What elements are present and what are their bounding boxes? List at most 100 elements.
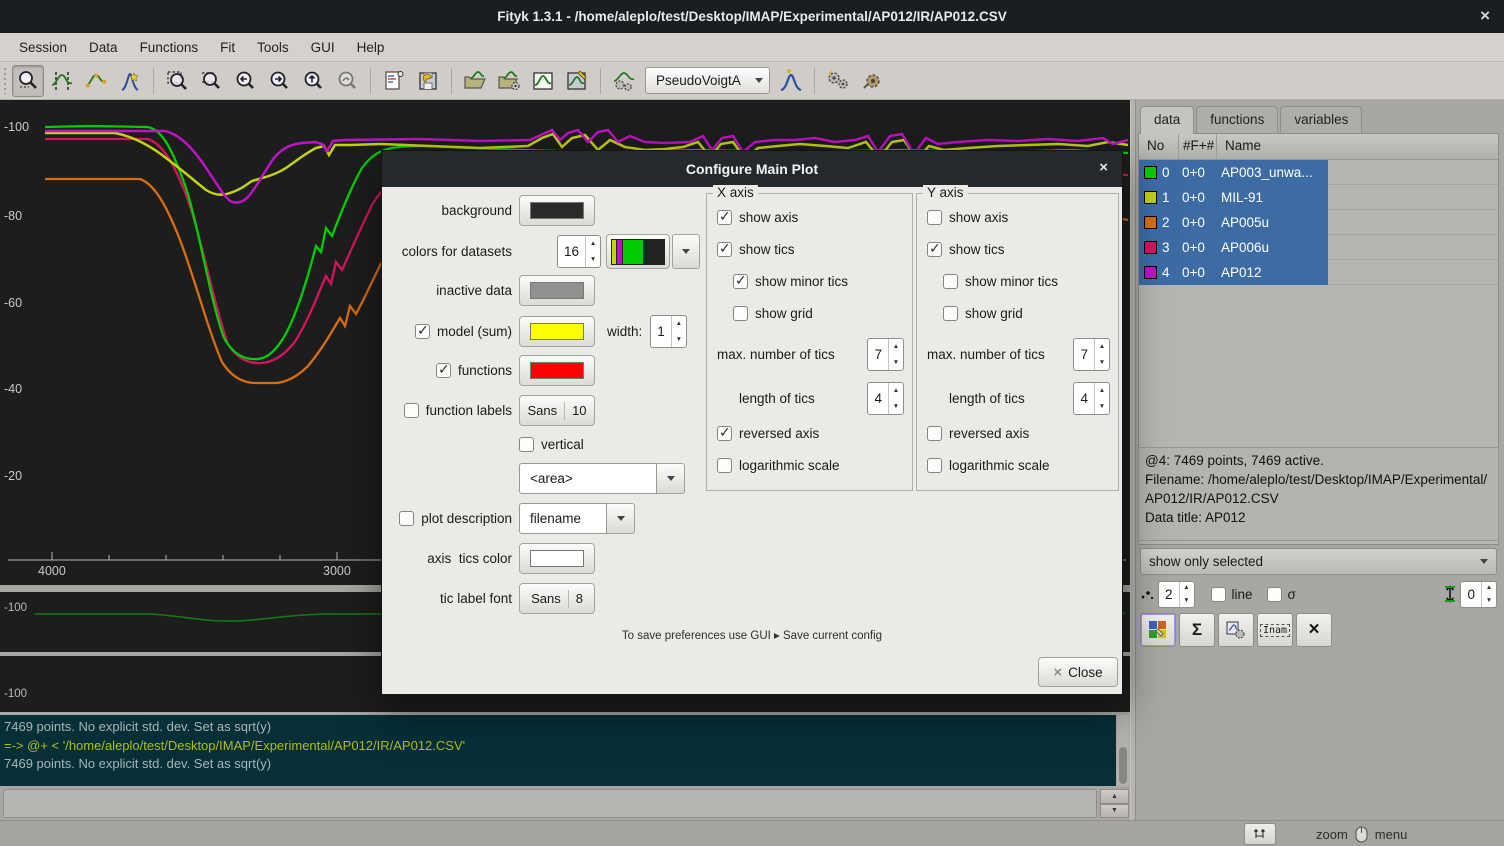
x-show-tics-checkbox[interactable]	[717, 242, 732, 257]
add-peak-mode-button[interactable]	[114, 65, 146, 97]
background-color-button[interactable]	[519, 195, 595, 226]
zoom-vertical-button[interactable]	[195, 65, 227, 97]
x-reversed-checkbox[interactable]	[717, 426, 732, 441]
open-data-options-button[interactable]	[493, 65, 525, 97]
spin-down-icon[interactable]: ▼	[889, 355, 903, 371]
y-show-axis-checkbox[interactable]	[927, 210, 942, 225]
spin-up-icon[interactable]: ▲	[889, 383, 903, 399]
console-scrollbar[interactable]	[1117, 715, 1129, 786]
delete-dataset-button[interactable]: ×	[1296, 613, 1332, 647]
colors-dropdown-button[interactable]	[672, 234, 700, 269]
window-close-button[interactable]: ×	[1480, 6, 1490, 26]
export-image-button[interactable]	[561, 65, 593, 97]
x-log-checkbox[interactable]	[717, 458, 732, 473]
spin-up-icon[interactable]: ▲	[1180, 582, 1194, 595]
dataset-color-swatch[interactable]	[1144, 241, 1157, 254]
spin-up-icon[interactable]: ▲	[1100, 789, 1129, 804]
spin-down-icon[interactable]: ▼	[1095, 355, 1109, 371]
function-label-font-button[interactable]: Sans10	[519, 395, 595, 426]
sigma-checkbox[interactable]	[1267, 587, 1282, 602]
zoom-previous-button[interactable]	[331, 65, 363, 97]
copy-data-button[interactable]	[1218, 613, 1254, 647]
spin-down-icon[interactable]: ▼	[1482, 594, 1496, 607]
zoom-left-button[interactable]	[229, 65, 261, 97]
function-type-select[interactable]: PseudoVoigtA	[645, 67, 770, 94]
tab-functions[interactable]: functions	[1196, 106, 1278, 134]
point-size-spinner[interactable]: 2 ▲▼	[1158, 581, 1195, 608]
spin-up-icon[interactable]: ▲	[1482, 582, 1496, 595]
show-filter-dropdown[interactable]: show only selected	[1140, 548, 1497, 575]
function-labels-checkbox[interactable]	[404, 403, 419, 418]
menu-tools[interactable]: Tools	[246, 36, 300, 59]
functions-checkbox[interactable]	[436, 363, 451, 378]
line-checkbox[interactable]	[1211, 587, 1226, 602]
y-tic-len-spinner[interactable]: 4▲▼	[1073, 382, 1110, 415]
model-color-button[interactable]	[519, 316, 595, 347]
plot-description-checkbox[interactable]	[399, 511, 414, 526]
model-width-spinner[interactable]: 1 ▲▼	[650, 315, 687, 348]
menu-help[interactable]: Help	[346, 36, 396, 59]
y-show-tics-checkbox[interactable]	[927, 242, 942, 257]
y-show-grid-checkbox[interactable]	[943, 306, 958, 321]
chevron-down-button[interactable]	[657, 463, 685, 494]
dataset-colors-preview-button[interactable]	[606, 234, 670, 269]
column-header-f[interactable]: #F+#	[1179, 134, 1217, 159]
inactive-color-button[interactable]	[519, 275, 595, 306]
spin-down-icon[interactable]: ▼	[1180, 594, 1194, 607]
dataset-color-swatch[interactable]	[1144, 216, 1157, 229]
dataset-color-swatch[interactable]	[1144, 166, 1157, 179]
menu-session[interactable]: Session	[8, 36, 78, 59]
script-log-button[interactable]	[378, 65, 410, 97]
menu-functions[interactable]: Functions	[129, 36, 210, 59]
data-editor-button[interactable]	[527, 65, 559, 97]
menu-data[interactable]: Data	[78, 36, 129, 59]
data-range-mode-button[interactable]	[46, 65, 78, 97]
tic-label-font-button[interactable]: Sans8	[519, 583, 595, 614]
x-show-axis-checkbox[interactable]	[717, 210, 732, 225]
plot-description-dropdown[interactable]: filename	[519, 503, 607, 534]
zoom-mode-button[interactable]	[12, 65, 44, 97]
table-row[interactable]: 30+0AP006u	[1139, 235, 1498, 260]
session-settings-button[interactable]	[412, 65, 444, 97]
spin-down-icon[interactable]: ▼	[1095, 399, 1109, 415]
tab-variables[interactable]: variables	[1280, 106, 1362, 134]
mouse-config-button[interactable]	[1244, 823, 1276, 845]
console-scrollbar-thumb[interactable]	[1119, 747, 1127, 784]
dialog-close-icon[interactable]: ×	[1099, 159, 1108, 176]
spin-up-icon[interactable]: ▲	[672, 316, 686, 332]
spin-up-icon[interactable]: ▲	[1095, 339, 1109, 355]
spin-down-icon[interactable]: ▼	[586, 252, 600, 268]
dialog-close-button[interactable]: × Close	[1038, 657, 1118, 687]
y-reversed-checkbox[interactable]	[927, 426, 942, 441]
baseline-mode-button[interactable]	[80, 65, 112, 97]
spin-down-icon[interactable]: ▼	[1100, 804, 1129, 819]
colors-count-spinner[interactable]: 16 ▲▼	[557, 235, 601, 268]
shift-spinner[interactable]: 0 ▲▼	[1460, 581, 1497, 608]
menu-gui[interactable]: GUI	[300, 36, 346, 59]
axis-tics-color-button[interactable]	[519, 543, 595, 574]
fit-settings-button[interactable]	[856, 65, 888, 97]
command-input[interactable]	[3, 789, 1097, 818]
x-show-minor-tics-checkbox[interactable]	[733, 274, 748, 289]
fit-run-button[interactable]	[822, 65, 854, 97]
table-row[interactable]: 10+0MIL-91	[1139, 185, 1498, 210]
column-header-no[interactable]: No	[1139, 134, 1179, 159]
data-transform-button[interactable]	[608, 65, 640, 97]
y-show-minor-tics-checkbox[interactable]	[943, 274, 958, 289]
zoom-all-button[interactable]	[161, 65, 193, 97]
label-content-dropdown[interactable]: <area>	[519, 463, 657, 494]
column-header-name[interactable]: Name	[1217, 134, 1498, 159]
model-checkbox[interactable]	[415, 324, 430, 339]
dataset-colors-button[interactable]	[1140, 613, 1176, 647]
vertical-checkbox[interactable]	[519, 437, 534, 452]
add-function-button[interactable]	[775, 65, 807, 97]
y-log-checkbox[interactable]	[927, 458, 942, 473]
chevron-down-button[interactable]	[607, 503, 635, 534]
table-row[interactable]: 00+0AP003_unwa...	[1139, 160, 1498, 185]
spin-up-icon[interactable]: ▲	[889, 339, 903, 355]
x-max-tics-spinner[interactable]: 7▲▼	[867, 338, 904, 371]
spin-down-icon[interactable]: ▼	[889, 399, 903, 415]
zoom-right-button[interactable]	[263, 65, 295, 97]
menu-fit[interactable]: Fit	[209, 36, 246, 59]
spin-up-icon[interactable]: ▲	[586, 236, 600, 252]
